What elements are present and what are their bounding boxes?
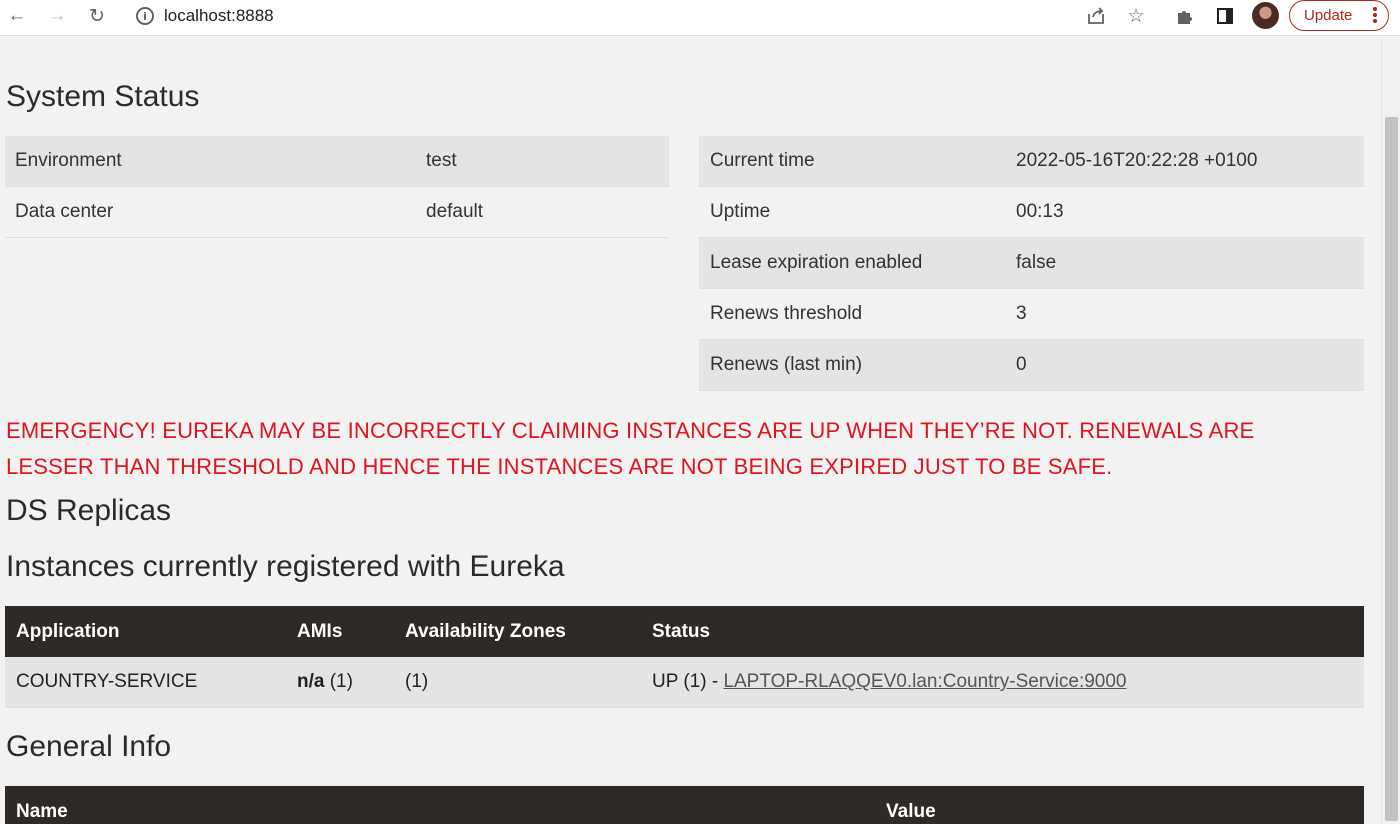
table-header-row: Application AMIs Availability Zones Stat… — [5, 606, 1364, 657]
zones-cell: (1) — [405, 671, 429, 692]
column-header-zones: Availability Zones — [405, 620, 566, 642]
status-prefix: UP (1) - — [652, 671, 724, 692]
column-header-name: Name — [16, 800, 68, 822]
instances-heading: Instances currently registered with Eure… — [6, 550, 565, 583]
column-header-amis: AMIs — [297, 620, 343, 642]
share-icon[interactable] — [1081, 3, 1111, 29]
address-bar[interactable]: i localhost:8888 — [136, 3, 274, 29]
table-row: Uptime 00:13 — [699, 187, 1364, 238]
scrollbar-thumb[interactable] — [1385, 117, 1398, 821]
update-button[interactable]: Update — [1289, 0, 1389, 31]
bookmark-star-icon[interactable]: ☆ — [1121, 3, 1151, 29]
system-status-left-table: Environment test Data center default — [5, 136, 669, 238]
forward-arrow-icon[interactable]: → — [42, 3, 72, 29]
row-value: 3 — [1016, 303, 1027, 324]
table-header-row: Name Value — [5, 786, 1364, 824]
table-row: Data center default — [5, 187, 669, 238]
status-cell: UP (1) - LAPTOP-RLAQQEV0.lan:Country-Ser… — [652, 671, 1127, 693]
row-value: 00:13 — [1016, 201, 1064, 222]
back-arrow-icon[interactable]: ← — [2, 3, 32, 29]
row-label: Lease expiration enabled — [710, 252, 923, 273]
profile-avatar[interactable] — [1252, 2, 1279, 29]
application-name: COUNTRY-SERVICE — [16, 671, 198, 692]
row-label: Current time — [710, 150, 815, 171]
ds-replicas-heading: DS Replicas — [6, 494, 172, 527]
update-button-label: Update — [1304, 7, 1353, 24]
site-info-icon[interactable]: i — [136, 7, 154, 25]
row-label: Data center — [15, 201, 114, 222]
general-info-table: Name Value — [5, 786, 1364, 824]
table-row: Renews threshold 3 — [699, 289, 1364, 340]
row-value: false — [1016, 252, 1057, 273]
system-status-right-table: Current time 2022-05-16T20:22:28 +0100 U… — [699, 136, 1364, 391]
column-header-application: Application — [16, 620, 120, 642]
row-value: 0 — [1016, 354, 1027, 375]
row-label: Renews (last min) — [710, 354, 863, 375]
extensions-puzzle-icon[interactable] — [1170, 3, 1200, 29]
page-scrollbar[interactable] — [1381, 37, 1400, 824]
row-label: Environment — [15, 150, 122, 171]
reload-icon[interactable]: ↻ — [82, 3, 112, 29]
system-status-heading: System Status — [6, 80, 200, 113]
table-row: Renews (last min) 0 — [699, 340, 1364, 391]
table-row: Lease expiration enabled false — [699, 238, 1364, 289]
side-panel-icon[interactable] — [1210, 3, 1240, 29]
amis-count: (1) — [324, 671, 353, 692]
table-row: Environment test — [5, 136, 669, 187]
row-label: Renews threshold — [710, 303, 863, 324]
url-text[interactable]: localhost:8888 — [164, 6, 274, 26]
row-value: test — [426, 150, 457, 171]
amis-cell: n/a (1) — [297, 671, 353, 693]
instance-link[interactable]: LAPTOP-RLAQQEV0.lan:Country-Service:9000 — [723, 671, 1126, 692]
menu-kebab-icon[interactable] — [1373, 6, 1377, 24]
row-value: default — [426, 201, 484, 222]
amis-value: n/a — [297, 671, 325, 692]
row-value: 2022-05-16T20:22:28 +0100 — [1016, 150, 1258, 171]
browser-toolbar: ← → ↻ i localhost:8888 ☆ Update — [0, 0, 1400, 36]
table-row: COUNTRY-SERVICE n/a (1) (1) UP (1) - LAP… — [5, 657, 1364, 708]
column-header-status: Status — [652, 620, 711, 642]
table-row: Current time 2022-05-16T20:22:28 +0100 — [699, 136, 1364, 187]
general-info-heading: General Info — [6, 730, 172, 763]
instances-table: Application AMIs Availability Zones Stat… — [5, 606, 1364, 708]
column-header-value: Value — [886, 800, 936, 822]
row-label: Uptime — [710, 201, 771, 222]
emergency-warning: EMERGENCY! EUREKA MAY BE INCORRECTLY CLA… — [6, 418, 1255, 479]
